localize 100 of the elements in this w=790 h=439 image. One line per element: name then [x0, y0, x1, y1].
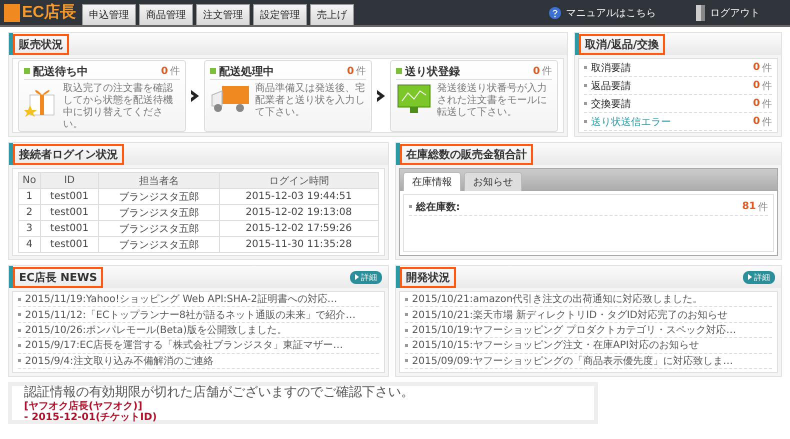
bullet-icon [584, 120, 587, 123]
logo-badge-icon [4, 4, 20, 22]
notice-message: 認証情報の有効期限が切れた店舗がございますのでご確認下さい。 [24, 384, 415, 400]
detail-button[interactable]: 詳細 [743, 270, 775, 284]
panel-title: 在庫総数の販売金額合計 [400, 144, 533, 164]
table-cell: ブランジスタ五郎 [98, 188, 220, 204]
table-cell: 4 [18, 236, 40, 252]
bullet-icon [584, 84, 587, 87]
news-link[interactable]: 2015/10/21:楽天市場 新ディレクトリID・タグID対応完了のお知らせ [412, 308, 728, 322]
chevron-right-icon [748, 274, 752, 280]
status-title: 送り状登録 [405, 64, 460, 78]
table-cell: 2 [18, 204, 40, 220]
bullet-icon [405, 328, 408, 332]
news-link[interactable]: 2015/11/19:Yahoo!ショッピング Web API:SHA-2証明書への対応… [25, 292, 338, 306]
status-title: 配送処理中 [219, 64, 274, 78]
count: 0 [753, 62, 760, 73]
status-description: 取込完了の注文書を確認してから状態を配送待機中に切り替えてください。 [63, 82, 174, 130]
bullet-icon [405, 344, 408, 347]
chevron-right-icon [355, 274, 359, 280]
table-cell: 2015-11-30 11:35:28 [219, 236, 378, 252]
tab[interactable]: 在庫情報 [403, 172, 461, 191]
bullet-icon [584, 66, 587, 69]
bullet-icon [18, 328, 21, 332]
table-cell: 3 [18, 220, 40, 236]
count: 0 [347, 66, 354, 76]
table-cell: 2015-12-02 17:59:26 [219, 220, 378, 236]
bullet-icon [405, 313, 408, 316]
unit: 件 [762, 98, 772, 110]
unit: 件 [758, 200, 768, 214]
table-cell: ブランジスタ五郎 [98, 236, 220, 252]
request-label: 取消要請 [591, 62, 631, 74]
shop-name: [ヤフオク店長(ヤフオク)] [24, 401, 144, 412]
bullet-icon [18, 344, 21, 347]
table-cell: ブランジスタ五郎 [98, 204, 220, 220]
help-icon [549, 6, 561, 18]
status-title: 配送待ち中 [33, 64, 88, 78]
unit: 件 [762, 80, 772, 92]
news-link[interactable]: 2015/10/15:ヤフーショッピング注文・在庫API対応のお知らせ [412, 338, 699, 352]
column-header: 担当者名 [98, 172, 220, 188]
nav-tab[interactable]: 設定管理 [253, 4, 308, 25]
panel-title: 取消/返品/交換 [579, 34, 666, 54]
table-cell: 2015-12-03 19:44:51 [219, 188, 378, 204]
chevron-right-icon [190, 88, 200, 102]
news-link[interactable]: 2015/9/17:EC店長を運営する「株式会社ブランジスタ」東証マザー… [25, 338, 343, 352]
count: 0 [753, 80, 760, 91]
count: 0 [753, 116, 760, 127]
request-label: 返品要請 [591, 80, 631, 92]
table-cell: 2015-12-02 19:13:08 [219, 204, 378, 220]
chevron-right-icon [376, 88, 386, 102]
bullet-icon [405, 359, 408, 362]
table-cell: ブランジスタ五郎 [98, 220, 220, 236]
panel-title: 接続者ログイン状況 [13, 144, 124, 164]
bullet-icon [396, 68, 402, 74]
request-label: 交換要請 [591, 98, 631, 110]
nav-tab[interactable]: 売上げ [310, 4, 354, 25]
detail-button[interactable]: 詳細 [350, 270, 382, 284]
bullet-icon [18, 298, 21, 301]
count: 0 [533, 66, 540, 76]
bullet-icon [409, 205, 412, 208]
logout-link[interactable]: ログアウト [710, 6, 760, 20]
bullet-icon [584, 102, 587, 105]
table-cell: test001 [40, 188, 99, 204]
table-cell: test001 [40, 204, 99, 220]
manual-link[interactable]: マニュアルはこちら [566, 6, 656, 20]
news-link[interactable]: 2015/10/26:ポンパレモール(Beta)版を公開致しました。 [25, 323, 287, 338]
panel-title: 販売状況 [13, 34, 69, 54]
news-link[interactable]: 2015/9/4:注文取り込み不備解消のご連絡 [25, 354, 214, 368]
status-description: 発送後送り状番号が入力された注文書をモールに転送して下さい。 [437, 82, 548, 118]
nav-tab[interactable]: 注文管理 [196, 4, 250, 25]
stock-label: 総在庫数: [416, 200, 460, 214]
unit: 件 [762, 116, 772, 128]
table-cell: test001 [40, 236, 99, 252]
table-cell: test001 [40, 220, 99, 236]
column-header: No [18, 172, 40, 188]
news-link[interactable]: 2015/10/19:ヤフーショッピング プロダクトカテゴリ・スペック対応… [412, 323, 736, 338]
news-link[interactable]: 2015/09/09:ヤフーショッピングの「商品表示優先度」に対応致しま… [412, 354, 734, 368]
unit: 件 [762, 62, 772, 74]
panel-title: EC店長 NEWS [13, 266, 104, 288]
ticket-info: - 2015-12-01(チケットID) [24, 412, 158, 423]
tab[interactable]: お知らせ [464, 172, 522, 191]
bullet-icon [18, 313, 21, 316]
bullet-icon [210, 68, 216, 74]
status-description: 商品準備又は発送後、宅配業者と送り状を入力して下さい。 [255, 82, 366, 118]
news-link[interactable]: 2015/11/12:「ECトップランナー8社が語るネット通販の未来」で紹介… [25, 308, 356, 322]
news-link[interactable]: 2015/10/21:amazon代引き注文の出荷通知に対応致しました。 [412, 292, 703, 306]
column-header: ログイン時間 [219, 172, 378, 188]
unit: 件 [356, 65, 366, 78]
column-header: ID [40, 172, 99, 188]
monitor-icon [396, 82, 432, 114]
nav-tab[interactable]: 申込管理 [82, 4, 136, 25]
unit: 件 [542, 65, 552, 78]
count: 0 [753, 98, 760, 109]
panel-title: 開発状況 [400, 266, 456, 288]
bullet-icon [18, 359, 21, 362]
logo: EC店長 [22, 2, 76, 23]
table-cell: 1 [18, 188, 40, 204]
bullet-icon [405, 298, 408, 301]
unit: 件 [170, 65, 180, 78]
count: 0 [161, 66, 168, 76]
nav-tab[interactable]: 商品管理 [139, 4, 194, 25]
